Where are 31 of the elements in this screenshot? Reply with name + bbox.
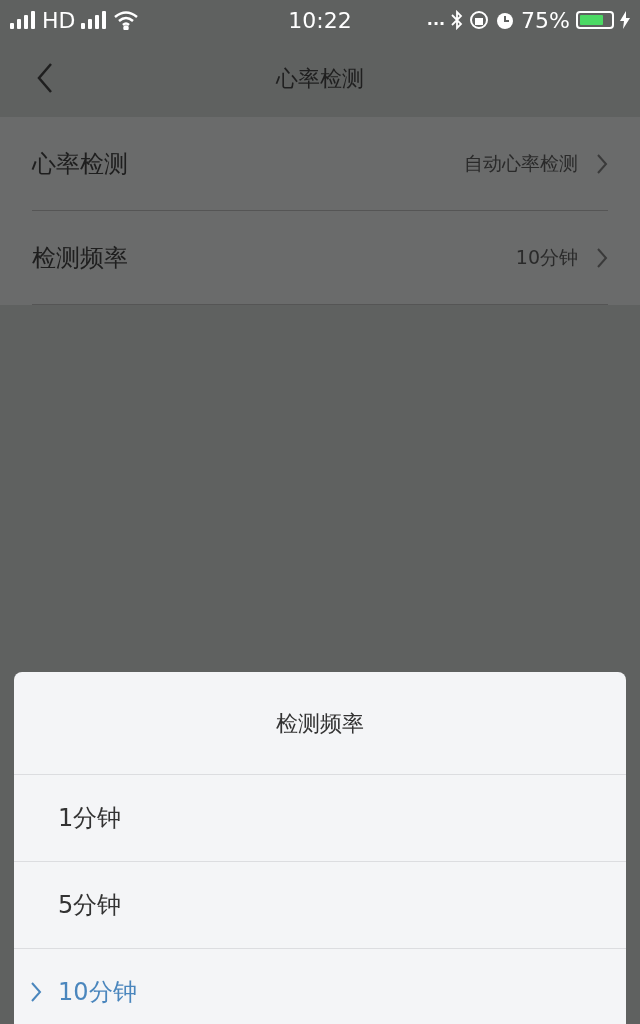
signal-icon xyxy=(10,11,36,29)
setting-label: 检测频率 xyxy=(32,242,129,274)
page-title: 心率检测 xyxy=(276,65,364,93)
setting-value: 10分钟 xyxy=(515,245,578,271)
alarm-icon xyxy=(495,10,516,30)
signal-icon xyxy=(81,11,108,29)
chevron-icon xyxy=(596,152,608,175)
charging-icon xyxy=(620,11,630,29)
sheet-title: 检测频率 xyxy=(276,709,364,738)
more-label: ... xyxy=(426,9,446,31)
battery-percent: 75% xyxy=(521,6,570,35)
chevron-icon xyxy=(596,246,608,269)
battery-icon xyxy=(576,11,614,29)
setting-value: 自动心率检测 xyxy=(464,151,578,177)
back-icon xyxy=(36,62,54,94)
back-button[interactable] xyxy=(36,62,54,94)
option-label: 1分钟 xyxy=(58,803,122,834)
bluetooth-icon xyxy=(451,10,464,30)
network-label: HD xyxy=(42,6,76,35)
option-item[interactable]: 1分钟 xyxy=(14,775,626,862)
option-item[interactable]: 10分钟 xyxy=(14,949,626,1024)
rotation-lock-icon xyxy=(469,10,490,30)
status-time: 10:22 xyxy=(287,6,353,35)
setting-row[interactable]: 心率检测 自动心率检测 xyxy=(32,117,608,211)
option-item[interactable]: 5分钟 xyxy=(14,862,626,949)
check-chevron-icon xyxy=(30,981,42,1003)
wifi-icon xyxy=(113,10,140,30)
option-label: 5分钟 xyxy=(58,890,122,921)
setting-label: 心率检测 xyxy=(32,148,129,180)
option-label: 10分钟 xyxy=(58,977,137,1008)
setting-row[interactable]: 检测频率 10分钟 xyxy=(32,211,608,305)
